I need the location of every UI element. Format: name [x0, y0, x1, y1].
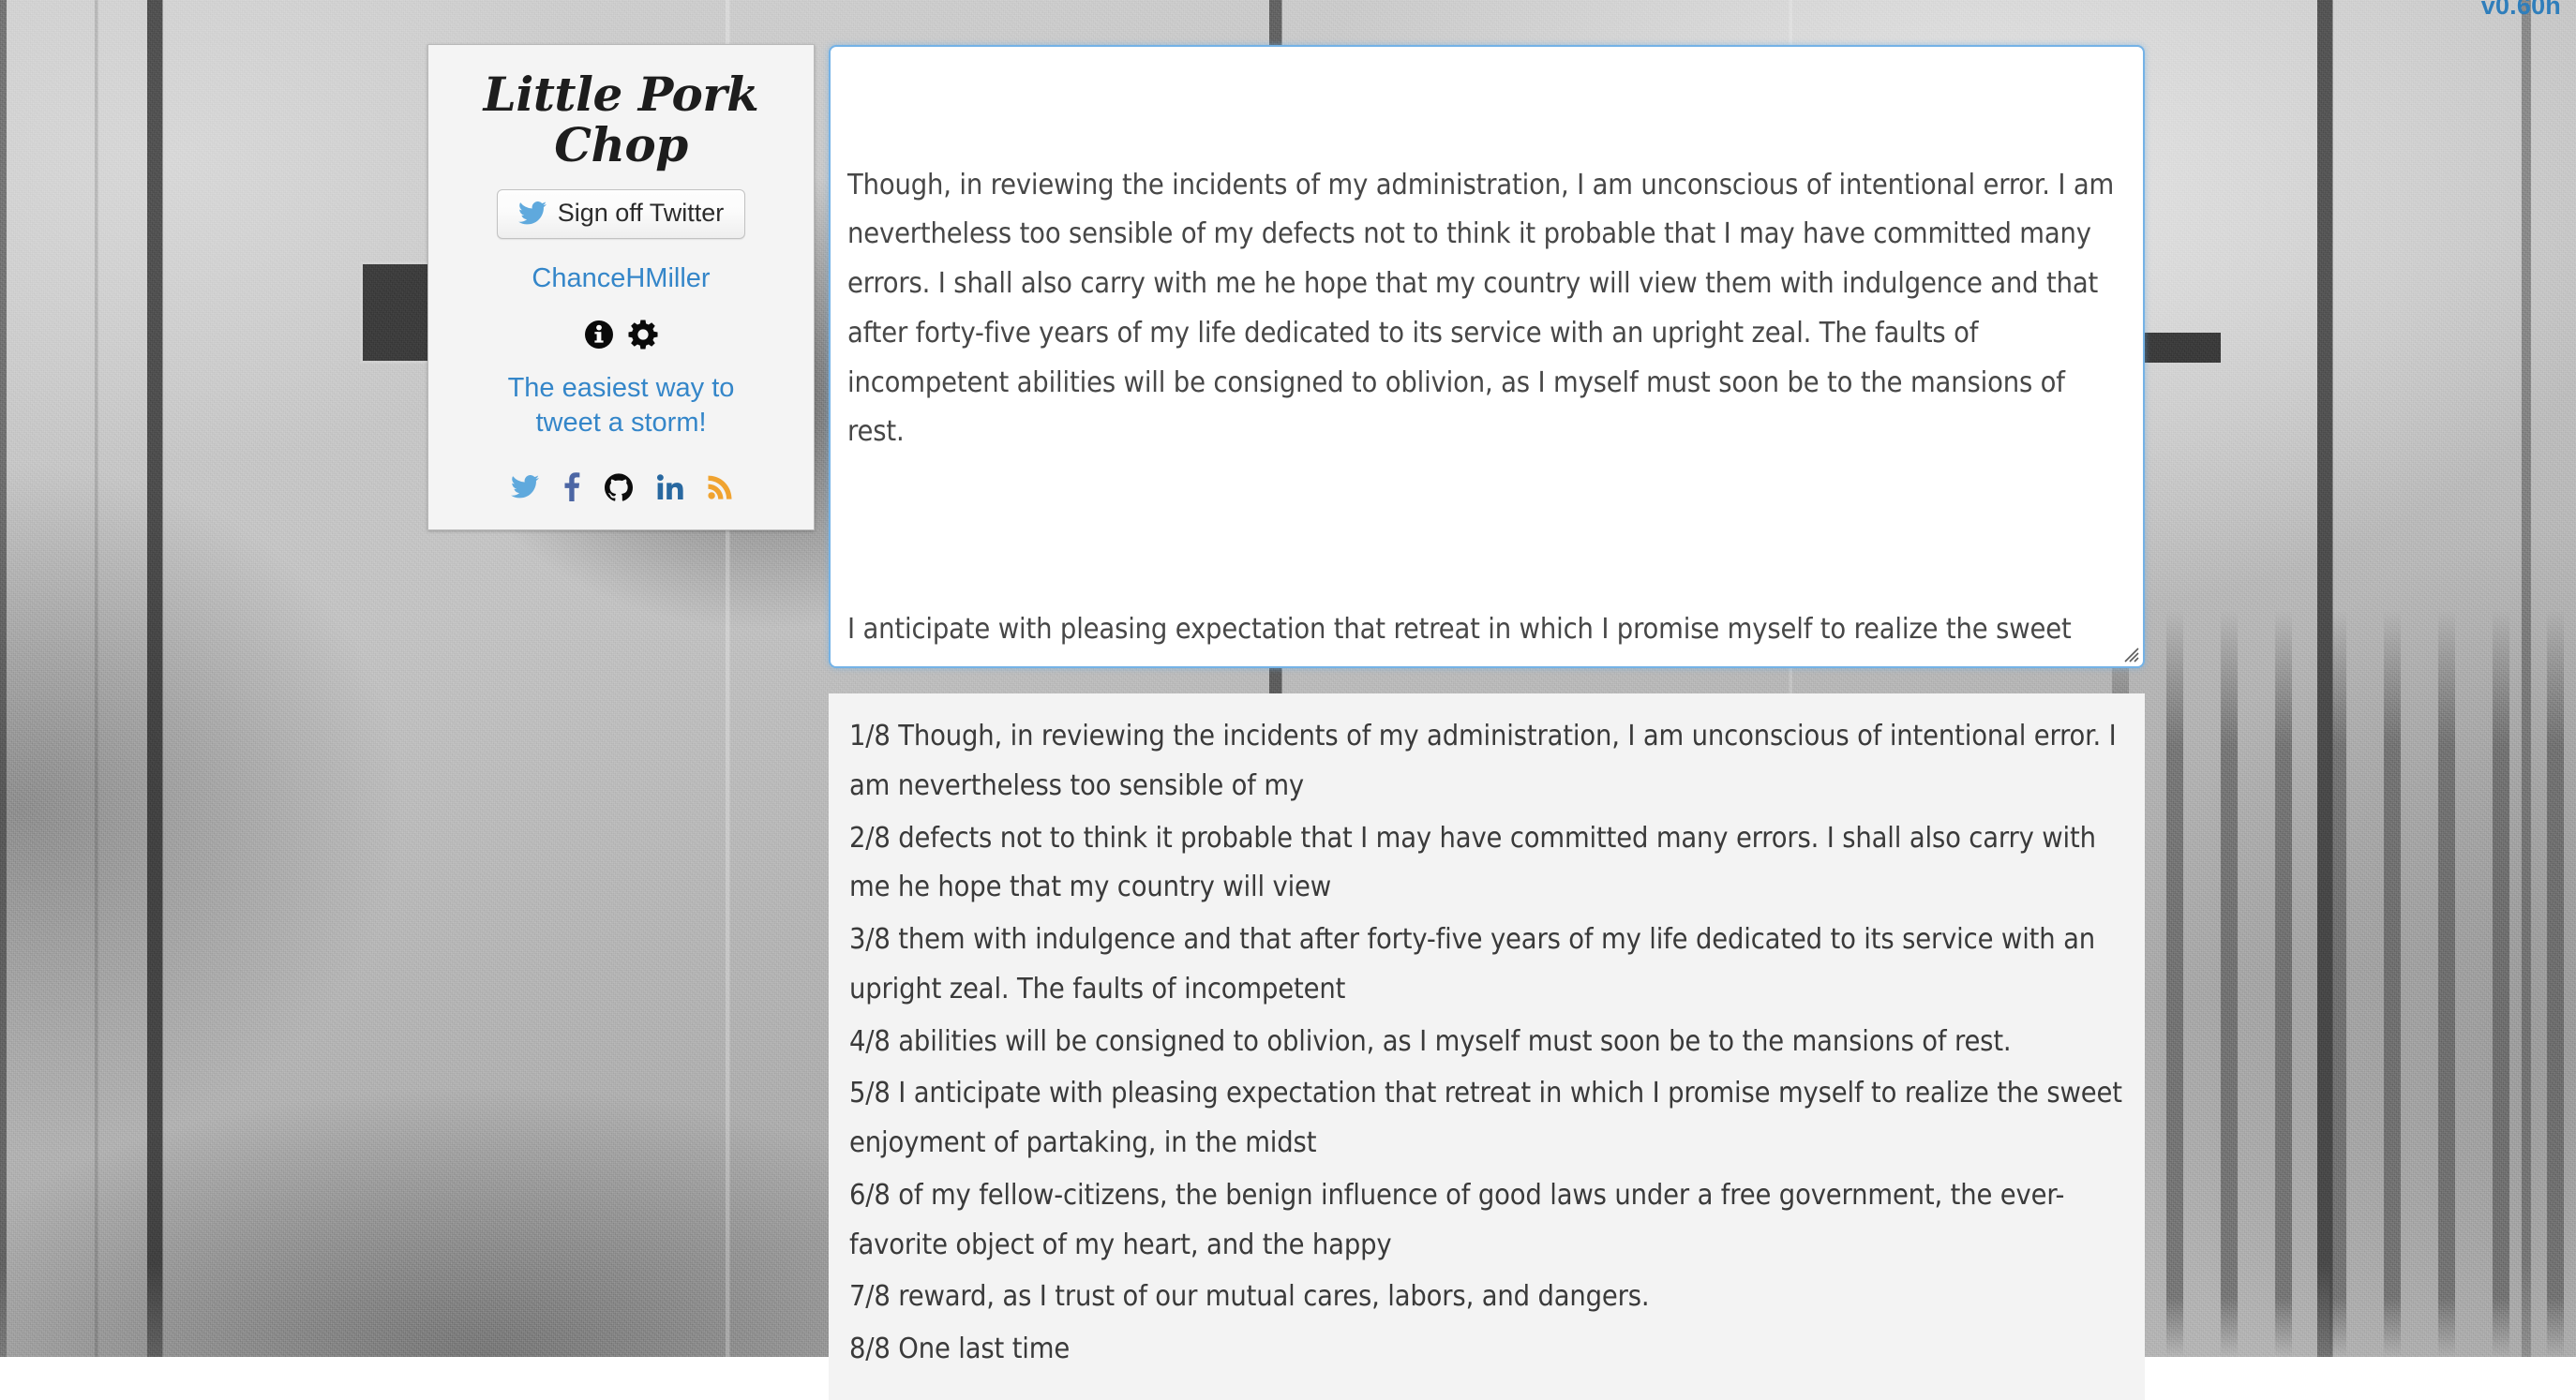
composer-wrapper: Though, in reviewing the incidents of my…	[829, 45, 2145, 668]
tweet-preview-item: 1/8 Though, in reviewing the incidents o…	[849, 712, 2122, 812]
sign-off-twitter-label: Sign off Twitter	[558, 199, 725, 228]
tool-icons-row	[445, 319, 797, 350]
textarea-resize-grip[interactable]	[2121, 645, 2140, 663]
composer-paragraph-1: Though, in reviewing the incidents of my…	[847, 161, 2122, 458]
tagline-link[interactable]: The easiest way to tweet a storm!	[504, 371, 739, 440]
facebook-icon[interactable]	[563, 472, 580, 501]
twitter-username-link[interactable]: ChanceHMiller	[445, 263, 797, 294]
tweet-preview-item: 8/8 One last time	[849, 1325, 2122, 1375]
rss-icon[interactable]	[708, 475, 732, 499]
linkedin-icon[interactable]	[657, 474, 683, 500]
tweet-preview-item: 6/8 of my fellow-citizens, the benign in…	[849, 1171, 2122, 1271]
social-links-row	[445, 472, 797, 501]
tweet-composer-textarea[interactable]: Though, in reviewing the incidents of my…	[829, 45, 2145, 668]
sidebar-card: Little Pork Chop Sign off Twitter Chance…	[427, 44, 815, 530]
tweet-preview-item: 5/8 I anticipate with pleasing expectati…	[849, 1069, 2122, 1169]
tweet-preview-panel: 1/8 Though, in reviewing the incidents o…	[829, 693, 2145, 1400]
tweet-preview-item: 4/8 abilities will be consigned to obliv…	[849, 1018, 2122, 1067]
twitter-icon[interactable]	[511, 475, 539, 499]
tweet-preview-item: 3/8 them with indulgence and that after …	[849, 916, 2122, 1015]
sign-off-twitter-button[interactable]: Sign off Twitter	[497, 189, 746, 239]
github-icon[interactable]	[605, 473, 633, 501]
tweet-preview-item: 2/8 defects not to think it probable tha…	[849, 814, 2122, 914]
version-label: v0.60h	[2481, 0, 2561, 21]
composer-paragraph-2: I anticipate with pleasing expectation t…	[847, 605, 2122, 668]
gear-icon[interactable]	[627, 319, 659, 350]
info-circle-icon[interactable]	[584, 320, 614, 350]
app-title: Little Pork Chop	[445, 69, 797, 171]
twitter-bird-icon	[518, 201, 547, 225]
tweet-preview-item: 7/8 reward, as I trust of our mutual car…	[849, 1273, 2122, 1322]
